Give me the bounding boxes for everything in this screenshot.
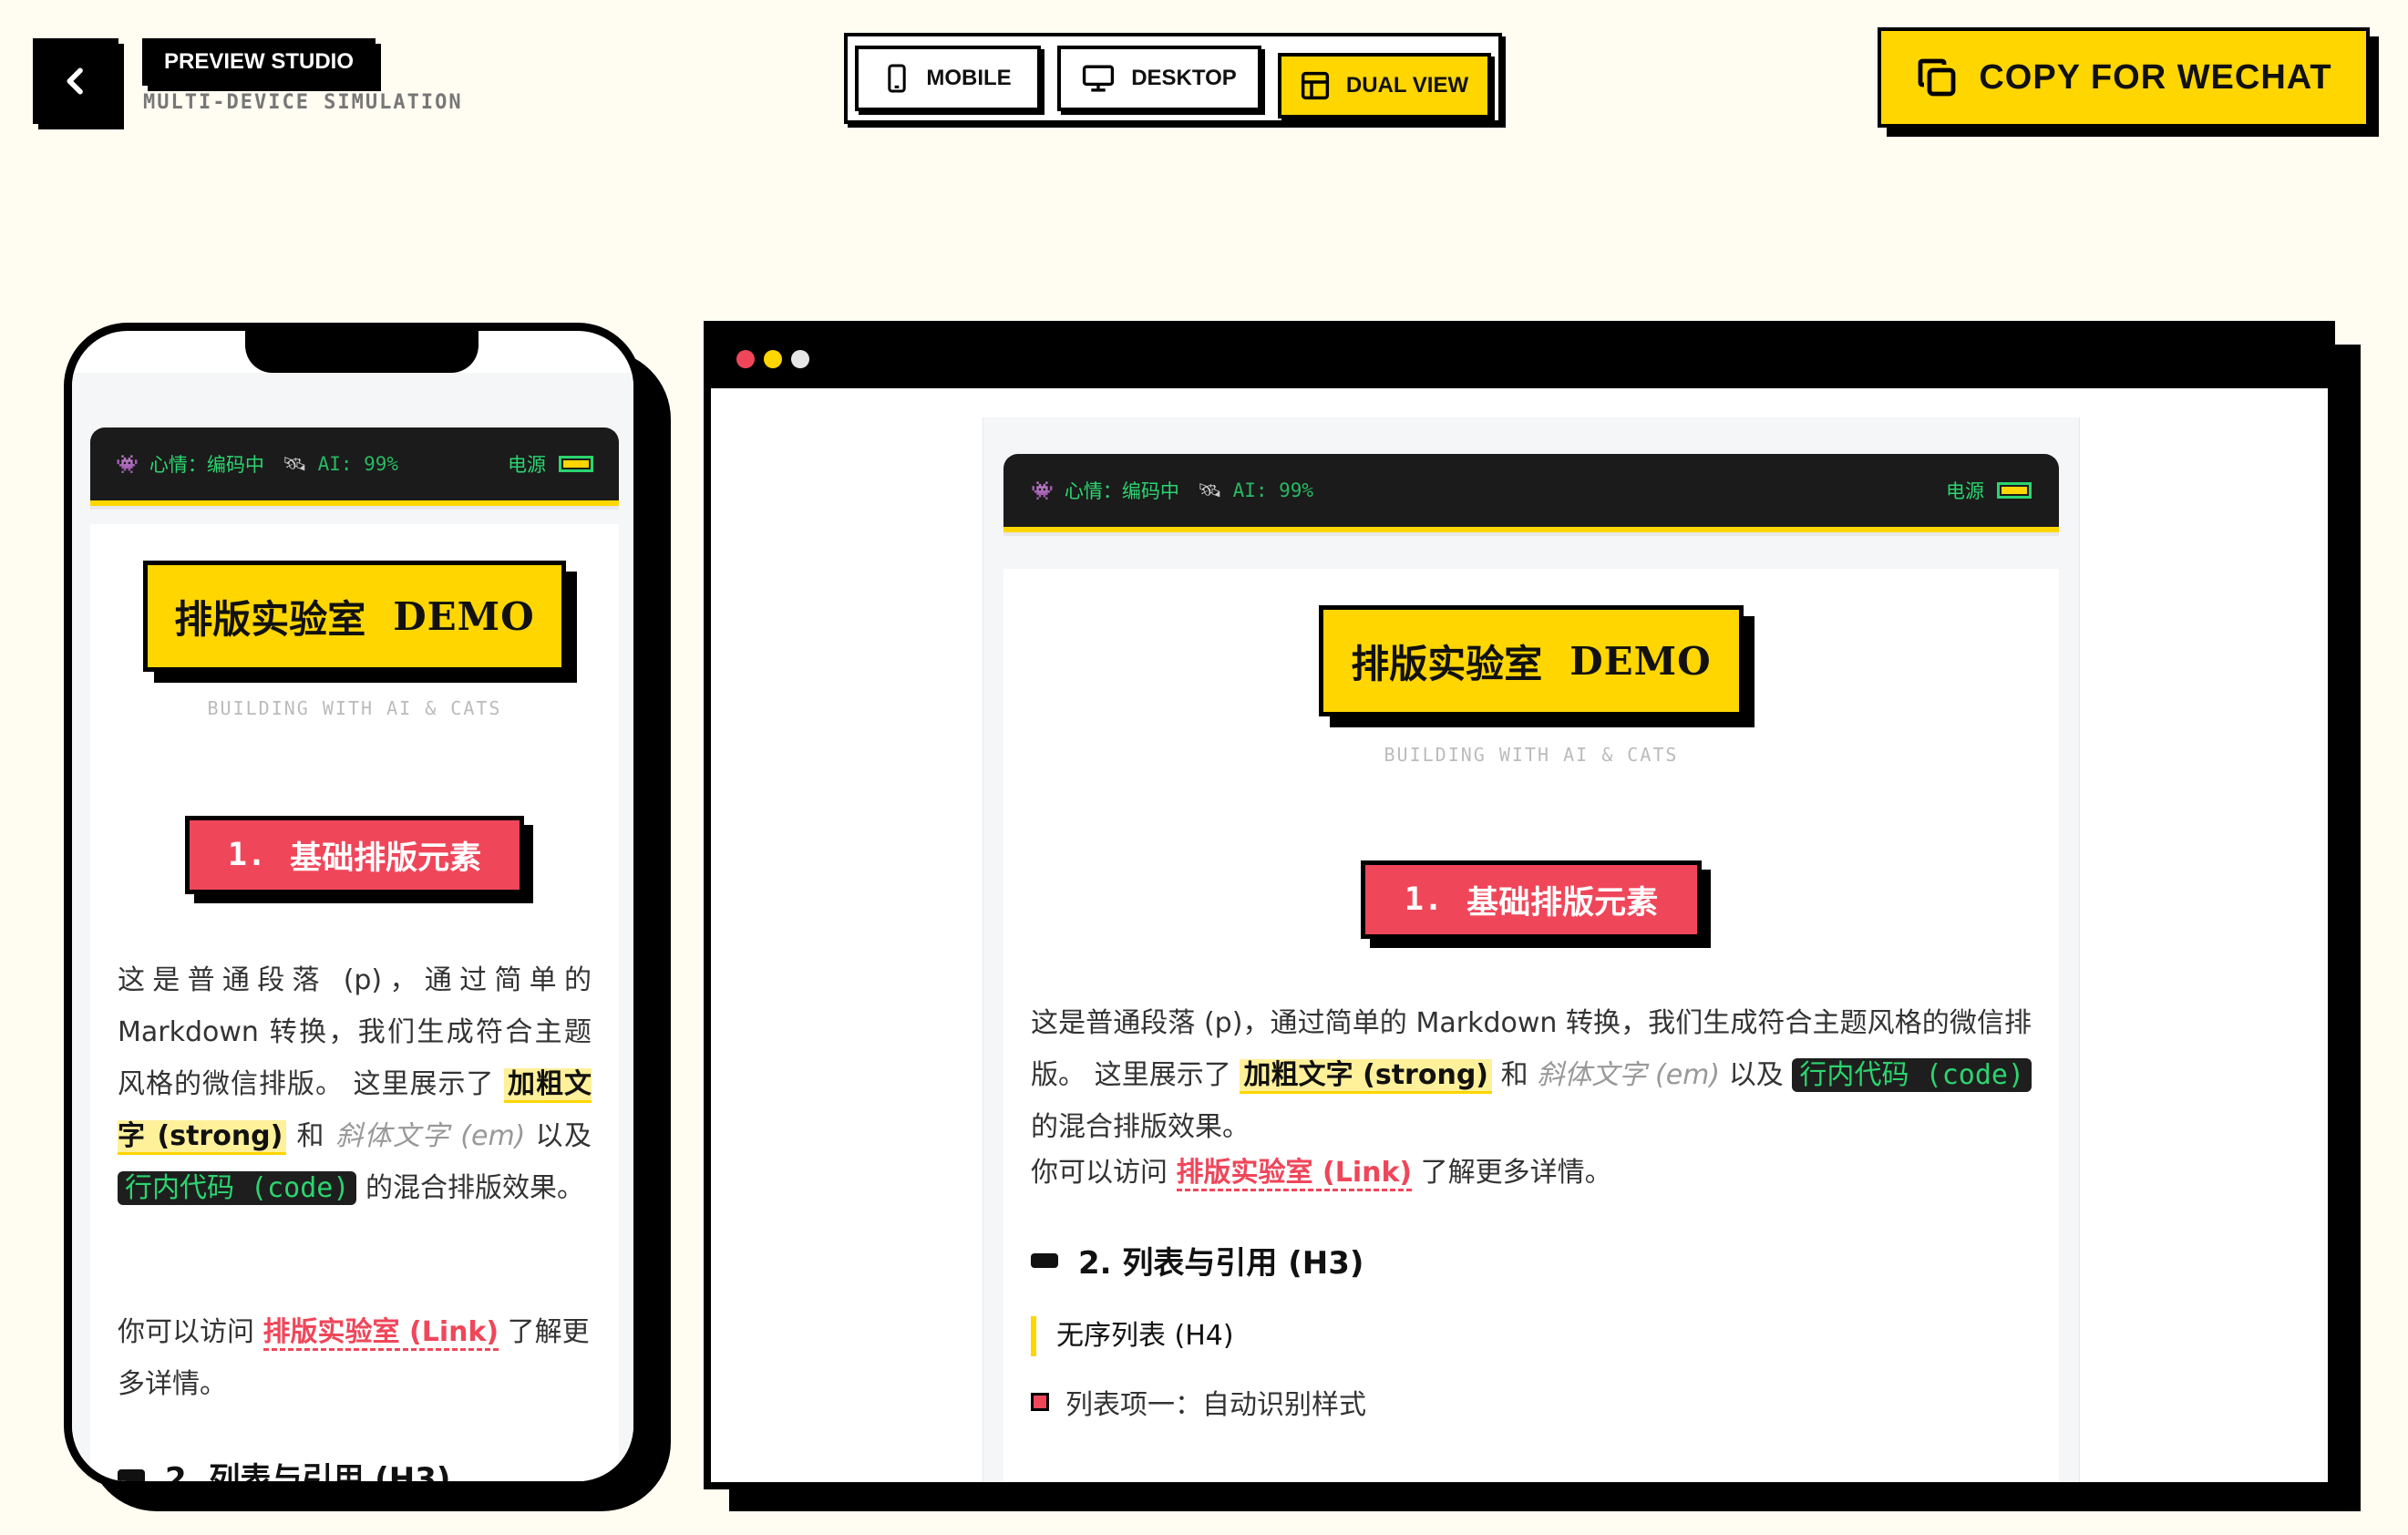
em-text: 斜体文字 (em)	[1537, 1059, 1721, 1091]
section-heading-2: 2. 列表与引用 (H3)	[118, 1454, 450, 1481]
paragraph-1: 这是普通段落 (p)，通过简单的 Markdown 转换，我们生成符合主题风格的…	[1031, 997, 2032, 1153]
dual-view-label: DUAL VIEW	[1345, 73, 1469, 98]
desktop-article: 排版实验室 DEMO BUILDING WITH AI & CATS 1. 基础…	[1003, 569, 2059, 1482]
section-heading-h4: 无序列表 (H4)	[1031, 1316, 1234, 1356]
em-text: 斜体文字 (em)	[335, 1120, 526, 1152]
smartphone-icon	[888, 64, 907, 93]
desktop-preview: 👾 心情：编码中 🛰 AI: 99% 电源 排版实验室 DEMO BUILDIN…	[704, 321, 2335, 1489]
inline-code: 行内代码 (code)	[118, 1171, 357, 1205]
view-mode-toggle: MOBILE DESKTOP DUAL VIEW	[844, 33, 1502, 124]
mobile-preview: 👾 心情：编码中 🛰 AI: 99% 电源 排版实验室 DEMO BUILDIN…	[64, 323, 642, 1489]
desktop-view-label: DESKTOP	[1131, 66, 1237, 90]
hero-demo: DEMO	[1569, 638, 1712, 684]
desktop-view-button[interactable]: DESKTOP	[1057, 46, 1261, 111]
copy-label: COPY FOR WECHAT	[1979, 57, 2332, 97]
desktop-screen[interactable]: 👾 心情：编码中 🛰 AI: 99% 电源 排版实验室 DEMO BUILDIN…	[711, 388, 2328, 1482]
hero-title: 排版实验室	[174, 596, 366, 642]
satellite-icon: 🛰	[282, 452, 307, 475]
hero-demo: DEMO	[393, 593, 535, 639]
copy-for-wechat-button[interactable]: COPY FOR WECHAT	[1878, 27, 2370, 128]
back-button[interactable]	[33, 38, 118, 124]
hero-title-block: 排版实验室 DEMO	[143, 561, 566, 672]
para1-text-d: 的混合排版效果。	[1031, 1111, 1250, 1143]
studio-title: PREVIEW STUDIO	[142, 38, 376, 86]
mood-text: 心情：编码中	[149, 454, 264, 476]
ai-text: AI: 99%	[1232, 479, 1314, 501]
heading-marker-icon	[118, 1468, 145, 1481]
section-heading-1: 1. 基础排版元素	[185, 816, 524, 894]
layout-icon	[1301, 71, 1329, 100]
para1-text-b: 和	[1500, 1059, 1528, 1091]
studio-subtitle: MULTI-DEVICE SIMULATION	[143, 91, 463, 114]
mobile-view-label: MOBILE	[926, 66, 1012, 90]
mobile-view-button[interactable]: MOBILE	[855, 46, 1041, 111]
paragraph-2: 你可以访问 排版实验室 (Link) 了解更多详情。	[1031, 1147, 2032, 1199]
section-title: 基础排版元素	[1466, 884, 1659, 922]
hero-title-block: 排版实验室 DEMO	[1319, 605, 1744, 716]
alien-icon: 👾	[116, 453, 139, 475]
window-minimize-dot	[764, 350, 782, 368]
phone-notch	[245, 331, 479, 373]
list-item: 列表项一：自动识别样式	[1031, 1382, 1366, 1422]
mobile-screen[interactable]: 👾 心情：编码中 🛰 AI: 99% 电源 排版实验室 DEMO BUILDIN…	[72, 373, 633, 1481]
article-link[interactable]: 排版实验室 (Link)	[1176, 1157, 1413, 1191]
para1-text-c: 以及	[535, 1120, 592, 1152]
inline-code: 行内代码 (code)	[1792, 1058, 2032, 1092]
list-item-text: 列表项一：自动识别样式	[1065, 1389, 1366, 1421]
para2-text-a: 你可以访问	[118, 1316, 254, 1348]
mobile-status-bar: 👾 心情：编码中 🛰 AI: 99% 电源	[90, 428, 619, 506]
para1-text-b: 和	[296, 1120, 325, 1152]
hero-title: 排版实验室	[1351, 641, 1543, 686]
desktop-page: 👾 心情：编码中 🛰 AI: 99% 电源 排版实验室 DEMO BUILDIN…	[983, 417, 2080, 1482]
power-label: 电源	[508, 454, 546, 476]
para2-text-b: 了解更多详情。	[1420, 1157, 1612, 1189]
para1-text-c: 以及	[1728, 1059, 1784, 1091]
window-close-dot	[736, 350, 755, 368]
section2-title: 2. 列表与引用 (H3)	[165, 1461, 451, 1481]
section-number: 1.	[227, 837, 267, 873]
mood-text: 心情：编码中	[1064, 480, 1179, 502]
article-link[interactable]: 排版实验室 (Link)	[262, 1316, 499, 1351]
para2-text-a: 你可以访问	[1031, 1157, 1168, 1189]
battery-icon	[1997, 482, 2032, 499]
hero-subtitle: BUILDING WITH AI & CATS	[1384, 744, 1679, 766]
section-number: 1.	[1404, 881, 1444, 918]
satellite-icon: 🛰	[1197, 479, 1222, 501]
ai-text: AI: 99%	[317, 453, 399, 475]
section-heading-1: 1. 基础排版元素	[1361, 860, 1702, 939]
section-heading-2: 2. 列表与引用 (H3)	[1031, 1238, 1364, 1283]
heading-marker-icon	[1031, 1252, 1058, 1268]
mobile-article: 排版实验室 DEMO BUILDING WITH AI & CATS 1. 基础…	[90, 524, 619, 1481]
desktop-status-bar: 👾 心情：编码中 🛰 AI: 99% 电源	[1003, 454, 2059, 532]
monitor-icon	[1083, 65, 1115, 92]
power-label: 电源	[1946, 480, 1984, 502]
dual-view-button[interactable]: DUAL VIEW	[1278, 53, 1491, 118]
paragraph-2: 你可以访问 排版实验室 (Link) 了解更多详情。	[118, 1306, 592, 1410]
para1-text-d: 的混合排版效果。	[365, 1172, 584, 1204]
strong-text: 加粗文字 (strong)	[1240, 1059, 1493, 1094]
section2-title: 2. 列表与引用 (H3)	[1078, 1245, 1364, 1282]
window-maximize-dot	[791, 350, 809, 368]
paragraph-1: 这是普通段落 (p)，通过简单的 Markdown 转换，我们生成符合主题风格的…	[118, 954, 592, 1214]
copy-icon	[1918, 58, 1956, 97]
section-title: 基础排版元素	[290, 840, 482, 877]
hero-subtitle: BUILDING WITH AI & CATS	[207, 697, 502, 719]
battery-icon	[559, 456, 593, 472]
alien-icon: 👾	[1031, 479, 1054, 501]
list-bullet-icon	[1031, 1393, 1049, 1411]
chevron-left-icon	[67, 67, 83, 95]
